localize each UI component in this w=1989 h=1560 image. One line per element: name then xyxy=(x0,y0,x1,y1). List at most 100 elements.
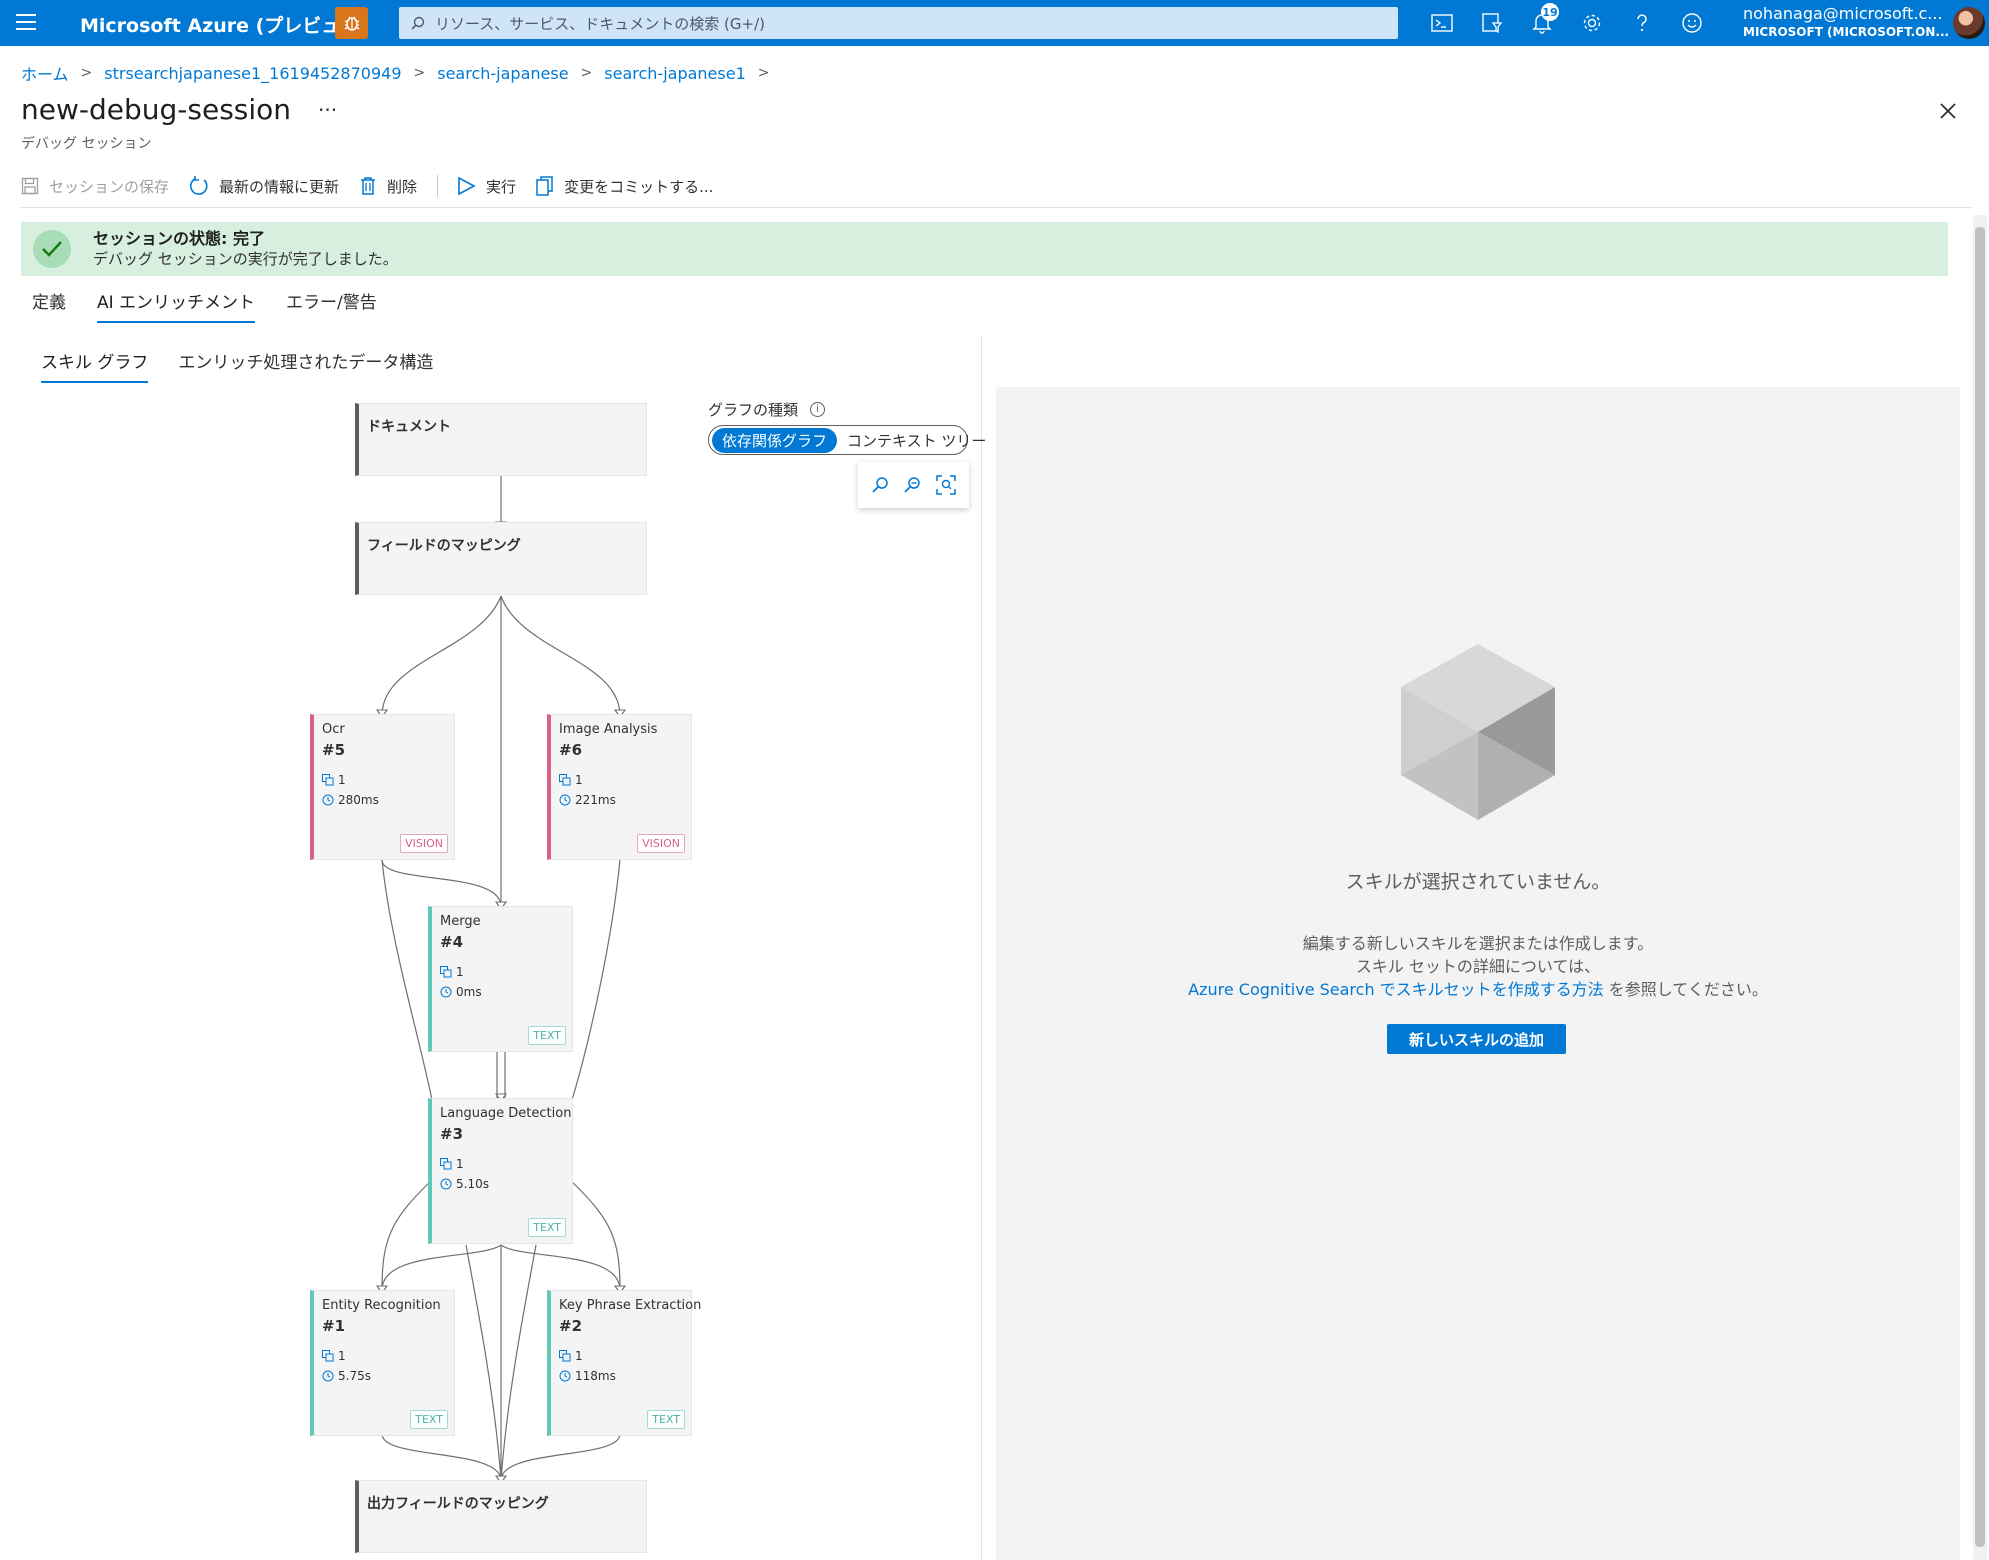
panel-divider[interactable] xyxy=(981,337,982,1560)
copies-icon xyxy=(322,774,334,786)
help-icon[interactable] xyxy=(1629,10,1655,36)
breadcrumb-home[interactable]: ホーム xyxy=(21,61,69,85)
refresh-label: 最新の情報に更新 xyxy=(219,177,340,196)
run-label: 実行 xyxy=(486,177,517,196)
scrollbar-thumb[interactable] xyxy=(1975,227,1985,1547)
settings-gear-icon[interactable] xyxy=(1579,10,1605,36)
close-icon[interactable] xyxy=(1937,100,1959,122)
skill-duration: 118ms xyxy=(559,1369,616,1383)
skill-node-ocr[interactable]: Ocr #5 1 280ms VISION xyxy=(310,714,455,860)
page-scrollbar[interactable] xyxy=(1973,215,1987,1560)
bug-icon[interactable] xyxy=(335,7,368,39)
empty-state-cube-icon xyxy=(1398,642,1558,826)
skill-node-entity-recognition[interactable]: Entity Recognition #1 1 5.75s TEXT xyxy=(310,1290,455,1436)
avatar[interactable] xyxy=(1953,7,1985,39)
node-title: ドキュメント xyxy=(367,419,451,435)
breadcrumb-skillset[interactable]: search-japanese1 xyxy=(604,64,745,83)
graph-type-label: グラフの種類 i xyxy=(708,399,826,420)
cloud-shell-icon[interactable] xyxy=(1429,10,1455,36)
run-button[interactable]: 実行 xyxy=(456,176,516,197)
chevron-right-icon: > xyxy=(413,65,426,81)
skill-node-key-phrase-extraction[interactable]: Key Phrase Extraction #2 1 118ms TEXT xyxy=(547,1290,701,1436)
clock-icon xyxy=(440,1178,452,1190)
clock-icon xyxy=(559,1370,571,1382)
main-tabs: 定義 AI エンリッチメント エラー/警告 xyxy=(32,288,408,323)
skill-duration: 221ms xyxy=(559,793,616,807)
delete-button[interactable]: 削除 xyxy=(359,176,417,197)
top-bar: Microsoft Azure (プレビュー) リソース、サービス、ドキュメント… xyxy=(0,0,1989,46)
refresh-icon xyxy=(190,176,208,195)
page-title: new-debug-session xyxy=(21,93,292,126)
node-title: フィールドのマッピング xyxy=(367,538,521,554)
brand-title[interactable]: Microsoft Azure (プレビュー) xyxy=(80,11,368,38)
zoom-in-icon[interactable] xyxy=(871,476,889,494)
skill-name: Language Detection xyxy=(440,1106,572,1121)
tab-skill-graph[interactable]: スキル グラフ xyxy=(41,348,149,383)
output-field-mapping-node[interactable]: 出力フィールドのマッピング xyxy=(355,1480,647,1553)
no-skill-selected-title: スキルが選択されていません。 xyxy=(1345,871,1611,893)
chevron-right-icon: > xyxy=(80,65,93,81)
breadcrumb-search-service[interactable]: search-japanese xyxy=(437,64,568,83)
skill-duration: 0ms xyxy=(440,985,482,999)
zoom-out-icon[interactable] xyxy=(903,476,921,494)
notification-count-badge: 19 xyxy=(1541,3,1559,21)
account-info[interactable]: nohanaga@microsoft.c... MICROSOFT (MICRO… xyxy=(1743,5,1949,41)
tab-ai-enrichment[interactable]: AI エンリッチメント xyxy=(97,288,256,323)
skill-count: 1 xyxy=(440,965,464,979)
play-icon xyxy=(458,176,476,196)
hamburger-menu-icon[interactable] xyxy=(16,14,36,30)
zoom-controls xyxy=(858,462,969,508)
graph-type-toggle[interactable]: 依存関係グラフ コンテキスト ツリー xyxy=(708,425,986,455)
create-skillset-link[interactable]: Azure Cognitive Search でスキルセットを作成する方法 xyxy=(1188,980,1604,999)
user-tenant: MICROSOFT (MICROSOFT.ON... xyxy=(1743,25,1950,39)
commit-changes-button[interactable]: 変更をコミットする... xyxy=(536,176,713,197)
skill-details-panel: スキルが選択されていません。 編集する新しいスキルを選択または作成します。 スキ… xyxy=(996,387,1960,1560)
graph-type-text: グラフの種類 xyxy=(708,401,799,419)
skill-duration: 5.75s xyxy=(322,1369,371,1383)
feedback-smiley-icon[interactable] xyxy=(1679,10,1705,36)
skill-count: 1 xyxy=(440,1157,464,1171)
skill-node-image-analysis[interactable]: Image Analysis #6 1 221ms VISION xyxy=(547,714,692,860)
copies-icon xyxy=(440,1158,452,1170)
search-icon xyxy=(411,16,425,30)
text-tag: TEXT xyxy=(647,1410,685,1429)
field-mapping-node[interactable]: フィールドのマッピング xyxy=(355,522,647,595)
save-session-button[interactable]: セッションの保存 xyxy=(21,176,169,197)
info-icon[interactable]: i xyxy=(810,402,826,417)
commit-changes-label: 変更をコミットする... xyxy=(564,177,714,196)
context-tree-option[interactable]: コンテキスト ツリー xyxy=(837,428,996,453)
skill-name: Merge xyxy=(440,914,481,929)
add-new-skill-button[interactable]: 新しいスキルの追加 xyxy=(1387,1024,1566,1054)
tab-errors-warnings[interactable]: エラー/警告 xyxy=(286,288,377,323)
skill-node-language-detection[interactable]: Language Detection #3 1 5.10s TEXT xyxy=(428,1098,573,1244)
search-input[interactable]: リソース、サービス、ドキュメントの検索 (G+/) xyxy=(399,7,1398,39)
skill-duration: 5.10s xyxy=(440,1177,489,1191)
copies-icon xyxy=(322,1350,334,1362)
refresh-button[interactable]: 最新の情報に更新 xyxy=(189,176,339,197)
vision-tag: VISION xyxy=(637,834,685,853)
document-node[interactable]: ドキュメント xyxy=(355,403,647,476)
skill-duration: 280ms xyxy=(322,793,379,807)
breadcrumb-storage[interactable]: strsearchjapanese1_1619452870949 xyxy=(104,64,401,83)
dependency-graph-option[interactable]: 依存関係グラフ xyxy=(712,427,838,453)
toolbar-divider xyxy=(437,175,439,197)
copies-icon xyxy=(440,966,452,978)
clock-icon xyxy=(322,794,334,806)
chevron-right-icon: > xyxy=(757,65,770,81)
directory-filter-icon[interactable] xyxy=(1479,10,1505,36)
copy-icon xyxy=(536,176,553,196)
skill-id: #1 xyxy=(322,1317,346,1335)
tab-enriched-data-structure[interactable]: エンリッチ処理されたデータ構造 xyxy=(178,348,433,383)
session-status-banner: セッションの状態: 完了 デバッグ セッションの実行が完了しました。 xyxy=(21,222,1948,276)
skill-count: 1 xyxy=(322,1349,346,1363)
clock-icon xyxy=(440,986,452,998)
skill-id: #3 xyxy=(440,1125,464,1143)
skill-node-merge[interactable]: Merge #4 1 0ms TEXT xyxy=(428,906,573,1052)
tab-definition[interactable]: 定義 xyxy=(32,288,66,323)
help-line-3-suffix: を参照してください。 xyxy=(1603,980,1768,999)
toolbar-divider-line xyxy=(21,207,1971,208)
fit-to-screen-icon[interactable] xyxy=(936,475,956,495)
help-line-1: 編集する新しいスキルを選択または作成します。 xyxy=(1302,934,1654,953)
text-tag: TEXT xyxy=(528,1026,566,1045)
more-options-button[interactable]: ··· xyxy=(318,98,337,122)
